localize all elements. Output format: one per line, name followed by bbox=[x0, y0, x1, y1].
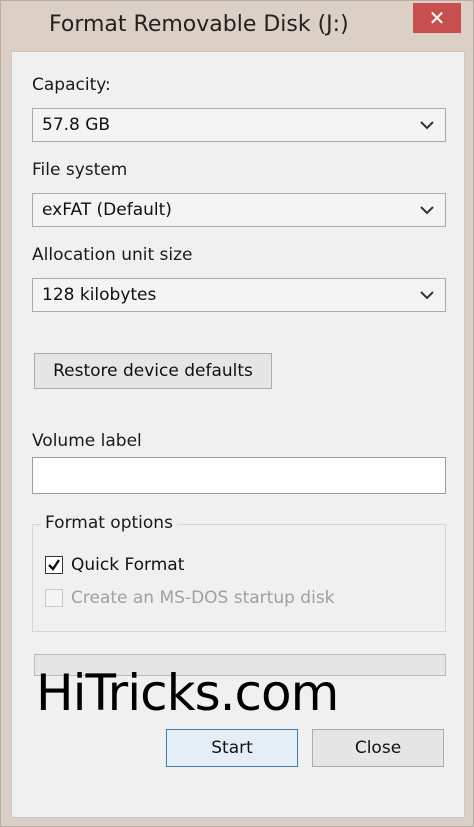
capacity-value: 57.8 GB bbox=[42, 115, 111, 135]
volume-label-caption: Volume label bbox=[32, 431, 142, 451]
close-window-button[interactable]: ✕ bbox=[413, 3, 461, 33]
msdos-startup-label[interactable]: Create an MS-DOS startup disk bbox=[71, 588, 335, 608]
watermark-text: HiTricks.com bbox=[36, 664, 339, 722]
file-system-select[interactable]: exFAT (Default) bbox=[32, 193, 446, 227]
title-bar[interactable]: Format Removable Disk (J:) ✕ bbox=[1, 1, 473, 51]
capacity-label: Capacity: bbox=[32, 75, 111, 95]
window-title: Format Removable Disk (J:) bbox=[49, 12, 349, 37]
chevron-down-icon bbox=[420, 291, 434, 300]
file-system-value: exFAT (Default) bbox=[42, 200, 172, 220]
file-system-label: File system bbox=[32, 160, 128, 180]
start-button[interactable]: Start bbox=[166, 729, 298, 767]
format-options-legend: Format options bbox=[41, 513, 177, 533]
restore-defaults-button[interactable]: Restore device defaults bbox=[34, 353, 272, 389]
close-button[interactable]: Close bbox=[312, 729, 444, 767]
capacity-select[interactable]: 57.8 GB bbox=[32, 108, 446, 142]
allocation-select[interactable]: 128 kilobytes bbox=[32, 278, 446, 312]
msdos-startup-checkbox[interactable] bbox=[45, 589, 63, 607]
quick-format-checkbox[interactable] bbox=[45, 556, 63, 574]
dialog-body: Capacity: 57.8 GB File system exFAT (Def… bbox=[11, 51, 465, 818]
chevron-down-icon bbox=[420, 206, 434, 215]
format-options-group: Format options Quick Format Create an MS… bbox=[32, 513, 446, 632]
format-dialog: Format Removable Disk (J:) ✕ Capacity: 5… bbox=[0, 0, 474, 827]
allocation-label: Allocation unit size bbox=[32, 245, 193, 265]
checkmark-icon bbox=[48, 559, 60, 571]
chevron-down-icon bbox=[420, 121, 434, 130]
close-icon: ✕ bbox=[428, 6, 446, 30]
volume-label-input[interactable] bbox=[32, 457, 446, 494]
allocation-value: 128 kilobytes bbox=[42, 285, 157, 305]
quick-format-label[interactable]: Quick Format bbox=[71, 555, 184, 575]
